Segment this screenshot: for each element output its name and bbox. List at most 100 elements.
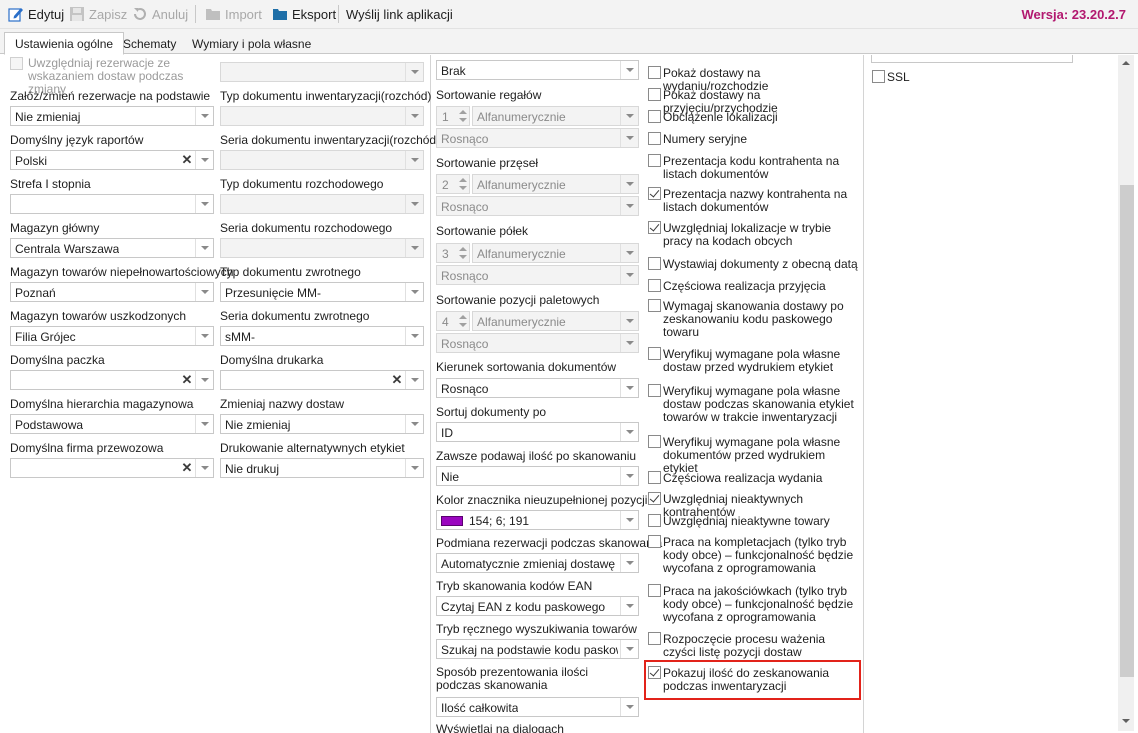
vertical-scrollbar[interactable] xyxy=(1118,55,1134,731)
option-checkbox[interactable] xyxy=(648,471,661,484)
cut-text-field[interactable] xyxy=(871,55,1073,63)
scroll-down-icon[interactable] xyxy=(1122,719,1130,723)
chevron-down-icon[interactable] xyxy=(405,415,423,433)
inventory-doc-series-select[interactable] xyxy=(220,150,424,170)
chevron-down-icon[interactable] xyxy=(405,283,423,301)
scroll-up-icon[interactable] xyxy=(1122,61,1130,65)
chevron-down-icon[interactable] xyxy=(195,371,213,389)
option-checkbox[interactable] xyxy=(648,132,661,145)
chevron-down-icon[interactable] xyxy=(620,511,638,529)
reservation-swap-select[interactable]: Automatycznie zmieniaj dostawę po... xyxy=(436,553,639,573)
shelf-sort-direction-select[interactable]: Rosnąco xyxy=(436,265,639,285)
chevron-down-icon[interactable] xyxy=(620,129,638,147)
chevron-down-icon[interactable] xyxy=(195,415,213,433)
chevron-down-icon[interactable] xyxy=(195,107,213,125)
chevron-down-icon[interactable] xyxy=(620,379,638,397)
option-checkbox[interactable] xyxy=(648,632,661,645)
main-warehouse-select[interactable]: Centrala Warszawa xyxy=(10,238,214,258)
pallet-sort-type-select[interactable]: Alfanumerycznie xyxy=(472,311,639,331)
chevron-down-icon[interactable] xyxy=(195,459,213,477)
shelf-sort-order-spinner[interactable]: 3 xyxy=(436,243,470,263)
top-disabled-select[interactable] xyxy=(220,62,424,82)
option-checkbox[interactable] xyxy=(648,66,661,79)
option-checkbox[interactable] xyxy=(648,384,661,397)
chevron-down-icon[interactable] xyxy=(195,283,213,301)
edit-button[interactable]: Edytuj xyxy=(8,4,64,24)
chevron-down-icon[interactable] xyxy=(195,327,213,345)
option-checkbox[interactable] xyxy=(648,88,661,101)
spinner-down-icon[interactable] xyxy=(459,118,467,122)
pallet-sort-order-spinner[interactable]: 4 xyxy=(436,311,470,331)
chevron-down-icon[interactable] xyxy=(405,239,423,257)
chevron-down-icon[interactable] xyxy=(620,244,638,262)
top-select[interactable]: Brak xyxy=(436,60,639,80)
spinner-down-icon[interactable] xyxy=(459,255,467,259)
option-checkbox[interactable] xyxy=(648,257,661,270)
chevron-down-icon[interactable] xyxy=(405,195,423,213)
reservation-basis-select[interactable]: Nie zmieniaj xyxy=(10,106,214,126)
tab-dimensions-custom-fields[interactable]: Wymiary i pola własne xyxy=(181,32,322,54)
ssl-checkbox[interactable] xyxy=(872,70,885,83)
document-sort-direction-select[interactable]: Rosnąco xyxy=(436,378,639,398)
rack-sort-order-spinner[interactable]: 1 xyxy=(436,106,470,126)
option-checkbox[interactable] xyxy=(648,279,661,292)
chevron-down-icon[interactable] xyxy=(620,175,638,193)
chevron-down-icon[interactable] xyxy=(620,107,638,125)
spinner-up-icon[interactable] xyxy=(459,247,467,251)
chevron-down-icon[interactable] xyxy=(405,63,423,81)
clear-icon[interactable]: ✕ xyxy=(180,373,194,387)
spinner-down-icon[interactable] xyxy=(459,186,467,190)
chevron-down-icon[interactable] xyxy=(405,371,423,389)
zone-first-level-select[interactable] xyxy=(10,194,214,214)
chevron-down-icon[interactable] xyxy=(405,459,423,477)
reservation-delivery-checkbox[interactable] xyxy=(10,57,23,70)
spinner-up-icon[interactable] xyxy=(459,178,467,182)
return-doc-series-select[interactable]: sMM- xyxy=(220,326,424,346)
option-checkbox[interactable] xyxy=(648,347,661,360)
send-link-button[interactable]: Wyślij link aplikacji xyxy=(346,4,453,24)
chevron-down-icon[interactable] xyxy=(620,61,638,79)
chevron-down-icon[interactable] xyxy=(620,640,638,658)
chevron-down-icon[interactable] xyxy=(405,107,423,125)
option-checkbox[interactable] xyxy=(648,492,661,505)
clear-icon[interactable]: ✕ xyxy=(180,153,194,167)
damaged-warehouse-select[interactable]: Filia Grójec xyxy=(10,326,214,346)
chevron-down-icon[interactable] xyxy=(405,151,423,169)
shelf-sort-type-select[interactable]: Alfanumerycznie xyxy=(472,243,639,263)
chevron-down-icon[interactable] xyxy=(620,312,638,330)
scrollbar-thumb[interactable] xyxy=(1120,185,1134,677)
quantity-display-mode-select[interactable]: Ilość całkowita xyxy=(436,697,639,717)
option-checkbox[interactable] xyxy=(648,535,661,548)
default-package-select[interactable]: ✕ xyxy=(10,370,214,390)
warehouse-hierarchy-select[interactable]: Podstawowa xyxy=(10,414,214,434)
pallet-sort-direction-select[interactable]: Rosnąco xyxy=(436,333,639,353)
cancel-button[interactable]: Anuluj xyxy=(132,4,188,24)
default-carrier-select[interactable]: ✕ xyxy=(10,458,214,478)
report-language-select[interactable]: Polski ✕ xyxy=(10,150,214,170)
manual-search-mode-select[interactable]: Szukaj na podstawie kodu paskowe... xyxy=(436,639,639,659)
option-checkbox[interactable] xyxy=(648,187,661,200)
option-checkbox[interactable] xyxy=(648,514,661,527)
option-checkbox[interactable] xyxy=(648,299,661,312)
chevron-down-icon[interactable] xyxy=(620,334,638,352)
bay-sort-order-spinner[interactable]: 2 xyxy=(436,174,470,194)
bay-sort-direction-select[interactable]: Rosnąco xyxy=(436,196,639,216)
tab-schemes[interactable]: Schematy xyxy=(112,32,187,54)
chevron-down-icon[interactable] xyxy=(620,698,638,716)
chevron-down-icon[interactable] xyxy=(620,197,638,215)
chevron-down-icon[interactable] xyxy=(195,151,213,169)
tab-general-settings[interactable]: Ustawienia ogólne xyxy=(4,32,125,55)
rename-deliveries-select[interactable]: Nie zmieniaj xyxy=(220,414,424,434)
marker-color-picker[interactable]: 154; 6; 191 xyxy=(436,510,639,530)
chevron-down-icon[interactable] xyxy=(620,266,638,284)
chevron-down-icon[interactable] xyxy=(405,327,423,345)
option-checkbox[interactable] xyxy=(648,584,661,597)
rack-sort-direction-select[interactable]: Rosnąco xyxy=(436,128,639,148)
substandard-warehouse-select[interactable]: Poznań xyxy=(10,282,214,302)
ean-scan-mode-select[interactable]: Czytaj EAN z kodu paskowego xyxy=(436,596,639,616)
export-button[interactable]: Eksport xyxy=(272,4,336,24)
chevron-down-icon[interactable] xyxy=(195,239,213,257)
spinner-down-icon[interactable] xyxy=(459,323,467,327)
spinner-up-icon[interactable] xyxy=(459,315,467,319)
option-checkbox[interactable] xyxy=(648,221,661,234)
